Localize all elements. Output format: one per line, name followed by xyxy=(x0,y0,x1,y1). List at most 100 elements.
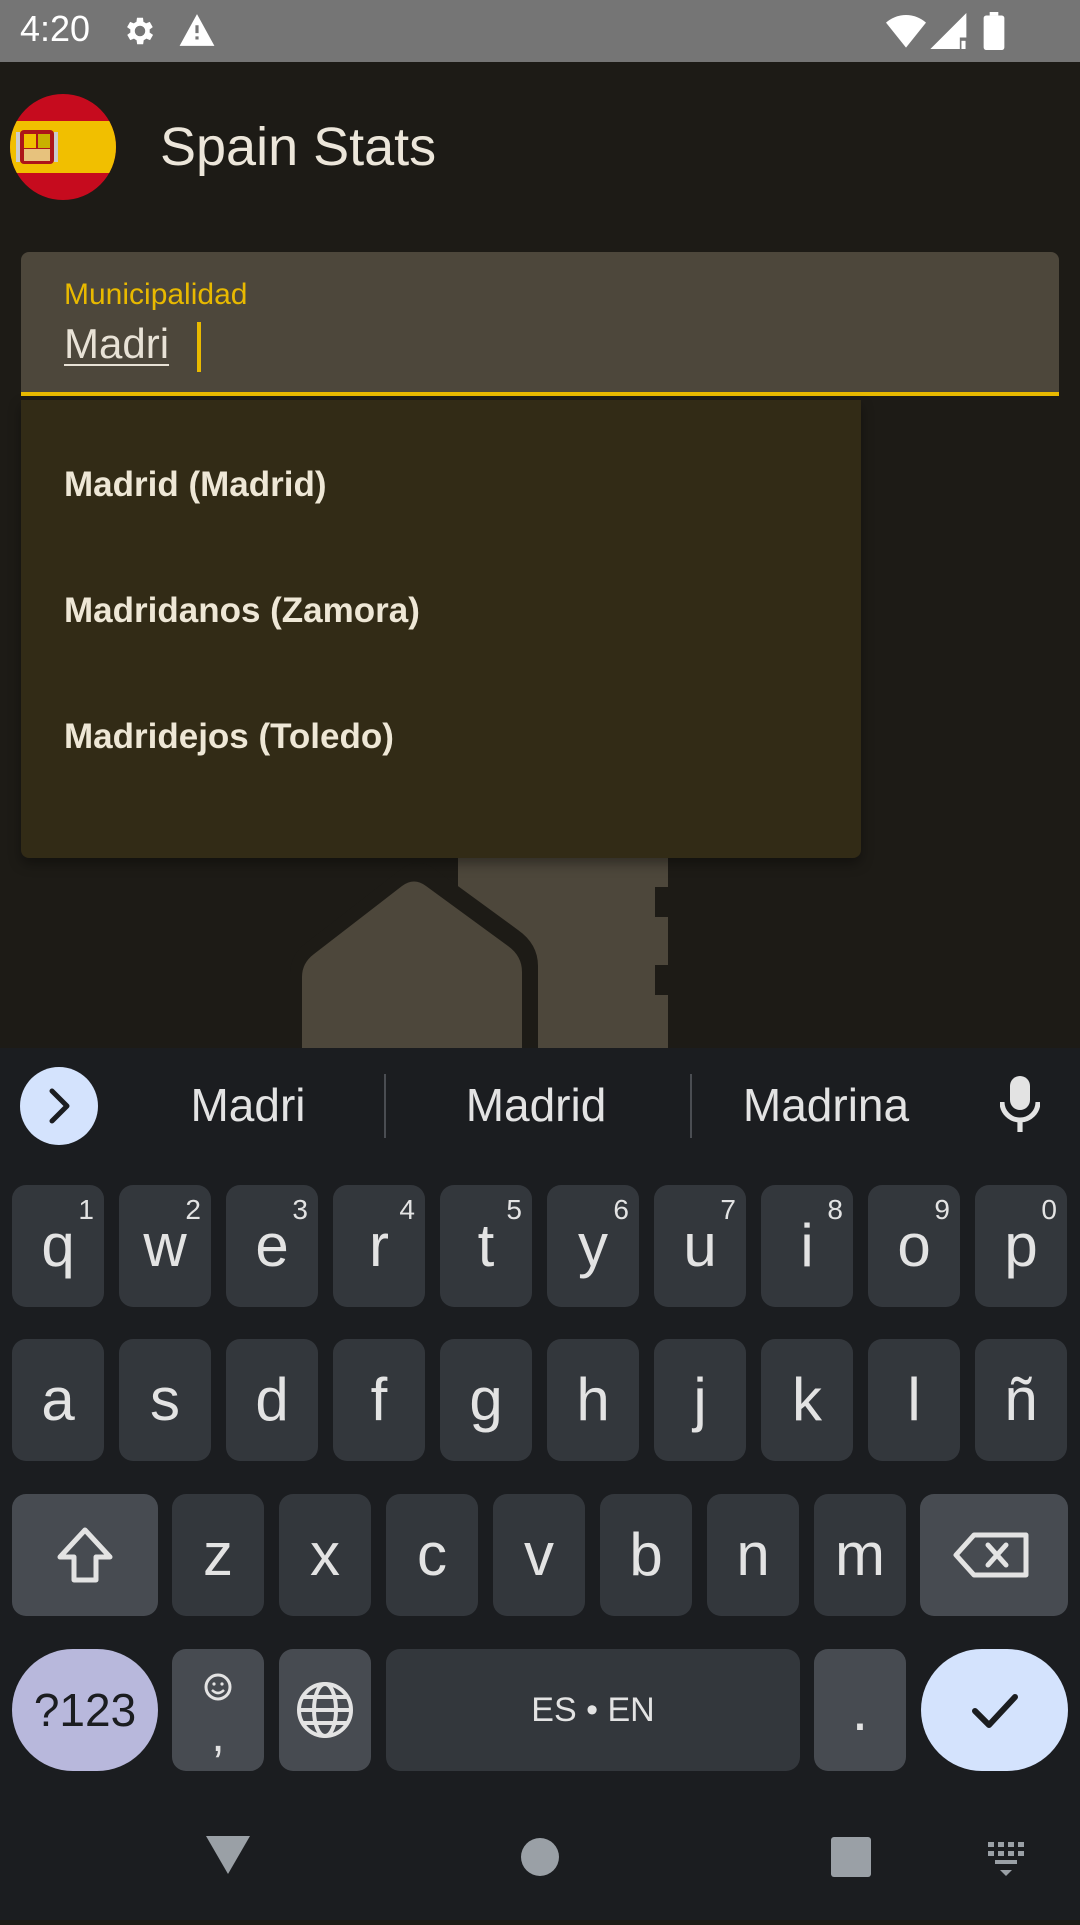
key-number-hint: 7 xyxy=(720,1194,736,1225)
key-label: v xyxy=(524,1521,554,1588)
spain-flag-logo xyxy=(10,94,116,200)
suggestion-word[interactable]: Madri xyxy=(118,1078,378,1132)
settings-gear-icon xyxy=(122,13,158,54)
chevron-right-icon xyxy=(49,1088,70,1124)
letter-key[interactable]: f xyxy=(333,1339,425,1461)
key-label: z xyxy=(203,1521,233,1588)
letter-key[interactable]: n xyxy=(707,1494,799,1616)
dropdown-item[interactable]: Madridanos (Zamora) xyxy=(21,556,861,666)
key-label: t xyxy=(477,1212,495,1279)
cell-signal-icon xyxy=(930,13,970,54)
wifi-icon xyxy=(886,13,926,54)
letter-key[interactable]: d xyxy=(226,1339,318,1461)
field-label: Municipalidad xyxy=(64,278,248,311)
key-number-hint: 1 xyxy=(78,1194,94,1225)
comma-label: , xyxy=(211,1709,225,1762)
status-time: 4:20 xyxy=(20,8,91,49)
letter-key[interactable]: z xyxy=(172,1494,264,1616)
suggestion-word[interactable]: Madrid xyxy=(406,1078,666,1132)
key-label: g xyxy=(469,1366,503,1433)
letter-key[interactable]: o9 xyxy=(868,1185,960,1307)
period-key[interactable]: . xyxy=(814,1649,906,1771)
keyboard-switch-button[interactable] xyxy=(980,1832,1034,1882)
emoji-comma-key[interactable]: , xyxy=(172,1649,264,1771)
shift-key[interactable] xyxy=(12,1494,158,1616)
key-label: f xyxy=(370,1366,388,1433)
letter-key[interactable]: k xyxy=(761,1339,853,1461)
key-label: e xyxy=(255,1212,289,1279)
microphone-icon[interactable] xyxy=(999,1076,1041,1139)
letter-key[interactable]: j xyxy=(654,1339,746,1461)
key-label: s xyxy=(150,1366,180,1433)
letter-key[interactable]: x xyxy=(279,1494,371,1616)
key-number-hint: 3 xyxy=(292,1194,308,1225)
letter-key[interactable]: c xyxy=(386,1494,478,1616)
key-label: y xyxy=(578,1212,608,1279)
key-label: b xyxy=(629,1521,663,1588)
space-key[interactable]: ES • EN xyxy=(386,1649,800,1771)
backspace-key[interactable] xyxy=(920,1494,1068,1616)
key-label: r xyxy=(369,1212,389,1279)
key-label: l xyxy=(907,1366,921,1433)
letter-key[interactable]: g xyxy=(440,1339,532,1461)
key-number-hint: 0 xyxy=(1041,1194,1057,1225)
key-label: p xyxy=(1004,1212,1038,1279)
dropdown-item[interactable]: Madrid (Madrid) xyxy=(21,430,861,540)
suggestion-dropdown: Madrid (Madrid) Madridanos (Zamora) Madr… xyxy=(21,400,861,858)
letter-key[interactable]: ñ xyxy=(975,1339,1067,1461)
symbols-key[interactable]: ?123 xyxy=(12,1649,158,1771)
key-label: j xyxy=(693,1366,707,1433)
key-label: n xyxy=(736,1521,770,1588)
done-key[interactable] xyxy=(921,1649,1068,1771)
key-label: h xyxy=(576,1366,610,1433)
letter-key[interactable]: h xyxy=(547,1339,639,1461)
municipality-input[interactable]: Madri xyxy=(64,320,169,368)
suggestion-divider xyxy=(384,1074,386,1138)
letter-key[interactable]: m xyxy=(814,1494,906,1616)
key-label: m xyxy=(835,1521,885,1588)
letter-key[interactable]: b xyxy=(600,1494,692,1616)
key-label: u xyxy=(683,1212,717,1279)
back-button[interactable] xyxy=(196,1828,260,1884)
letter-key[interactable]: r4 xyxy=(333,1185,425,1307)
suggestion-divider xyxy=(690,1074,692,1138)
letter-key[interactable]: t5 xyxy=(440,1185,532,1307)
suggestion-word[interactable]: Madrina xyxy=(696,1078,956,1132)
key-number-hint: 6 xyxy=(613,1194,629,1225)
letter-key[interactable]: a xyxy=(12,1339,104,1461)
key-label: i xyxy=(800,1212,814,1279)
globe-icon xyxy=(297,1682,353,1738)
key-label: a xyxy=(41,1366,75,1433)
text-cursor xyxy=(197,322,201,372)
navigation-bar xyxy=(0,1788,1080,1920)
building-illustration xyxy=(290,850,810,1050)
letter-key[interactable]: s xyxy=(119,1339,211,1461)
letter-key[interactable]: e3 xyxy=(226,1185,318,1307)
language-switch-key[interactable] xyxy=(279,1649,371,1771)
expand-toolbar-button[interactable] xyxy=(20,1067,98,1145)
letter-key[interactable]: q1 xyxy=(12,1185,104,1307)
key-label: o xyxy=(897,1212,931,1279)
letter-key[interactable]: w2 xyxy=(119,1185,211,1307)
key-label: k xyxy=(792,1366,822,1433)
home-button[interactable] xyxy=(510,1828,570,1888)
letter-key[interactable]: u7 xyxy=(654,1185,746,1307)
key-label: q xyxy=(41,1212,75,1279)
shift-arrow-icon xyxy=(57,1527,113,1583)
backspace-icon xyxy=(953,1532,1029,1578)
key-number-hint: 4 xyxy=(399,1194,415,1225)
key-number-hint: 9 xyxy=(934,1194,950,1225)
warning-icon xyxy=(178,12,216,53)
key-label: x xyxy=(310,1521,340,1588)
letter-key[interactable]: i8 xyxy=(761,1185,853,1307)
dropdown-item[interactable]: Madridejos (Toledo) xyxy=(21,682,861,792)
letter-key[interactable]: l xyxy=(868,1339,960,1461)
municipality-field[interactable]: Municipalidad Madri xyxy=(21,252,1059,396)
letter-key[interactable]: y6 xyxy=(547,1185,639,1307)
recents-button[interactable] xyxy=(821,1828,881,1888)
letter-key[interactable]: v xyxy=(493,1494,585,1616)
letter-key[interactable]: p0 xyxy=(975,1185,1067,1307)
key-label: d xyxy=(255,1366,289,1433)
status-bar: 4:20 xyxy=(0,0,1080,62)
input-text: Madri xyxy=(64,320,170,367)
